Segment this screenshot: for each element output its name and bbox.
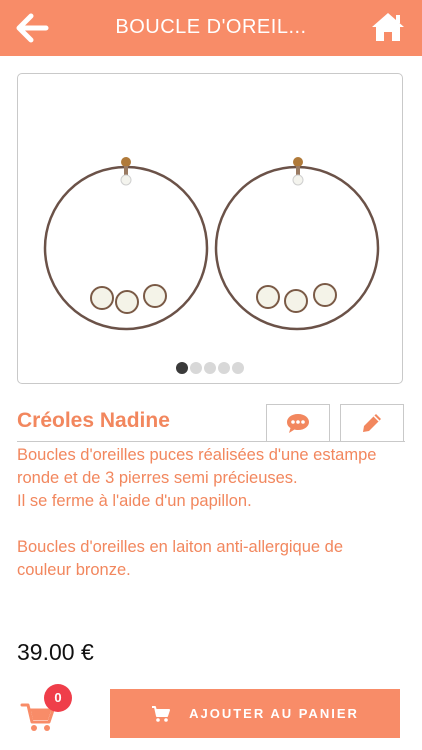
- description-line: Il se ferme à l'aide d'un papillon.: [17, 492, 252, 510]
- pagination-dot[interactable]: [232, 361, 244, 374]
- comment-button[interactable]: [266, 404, 330, 442]
- page-title: BOUCLE D'OREIL...: [115, 16, 307, 38]
- pencil-icon: [363, 414, 381, 432]
- edit-button[interactable]: [340, 404, 404, 442]
- back-arrow-icon[interactable]: [14, 12, 50, 44]
- add-to-cart-label: AJOUTER AU PANIER: [189, 706, 359, 721]
- product-title: Créoles Nadine: [17, 409, 170, 432]
- pagination-dot[interactable]: [190, 361, 202, 374]
- pagination-dot[interactable]: [218, 361, 230, 374]
- product-description: Boucles d'oreilles puces réalisées d'une…: [17, 444, 397, 582]
- app-header: BOUCLE D'OREIL...: [0, 0, 422, 56]
- product-image-gallery[interactable]: [17, 73, 403, 384]
- home-icon[interactable]: [370, 10, 406, 44]
- comment-icon: [287, 414, 309, 433]
- cart-icon: [152, 705, 171, 722]
- product-price: 39.00 €: [17, 639, 94, 665]
- cart-count-badge: 0: [44, 684, 72, 712]
- pagination-dot[interactable]: [176, 361, 188, 374]
- divider: [17, 441, 405, 442]
- product-image: [43, 157, 380, 331]
- description-line: Boucles d'oreilles en laiton anti-allerg…: [17, 538, 344, 579]
- description-line: Boucles d'oreilles puces réalisées d'une…: [17, 446, 377, 487]
- pagination-dot[interactable]: [204, 361, 216, 374]
- gallery-pagination: [18, 359, 402, 377]
- add-to-cart-button[interactable]: AJOUTER AU PANIER: [110, 689, 400, 738]
